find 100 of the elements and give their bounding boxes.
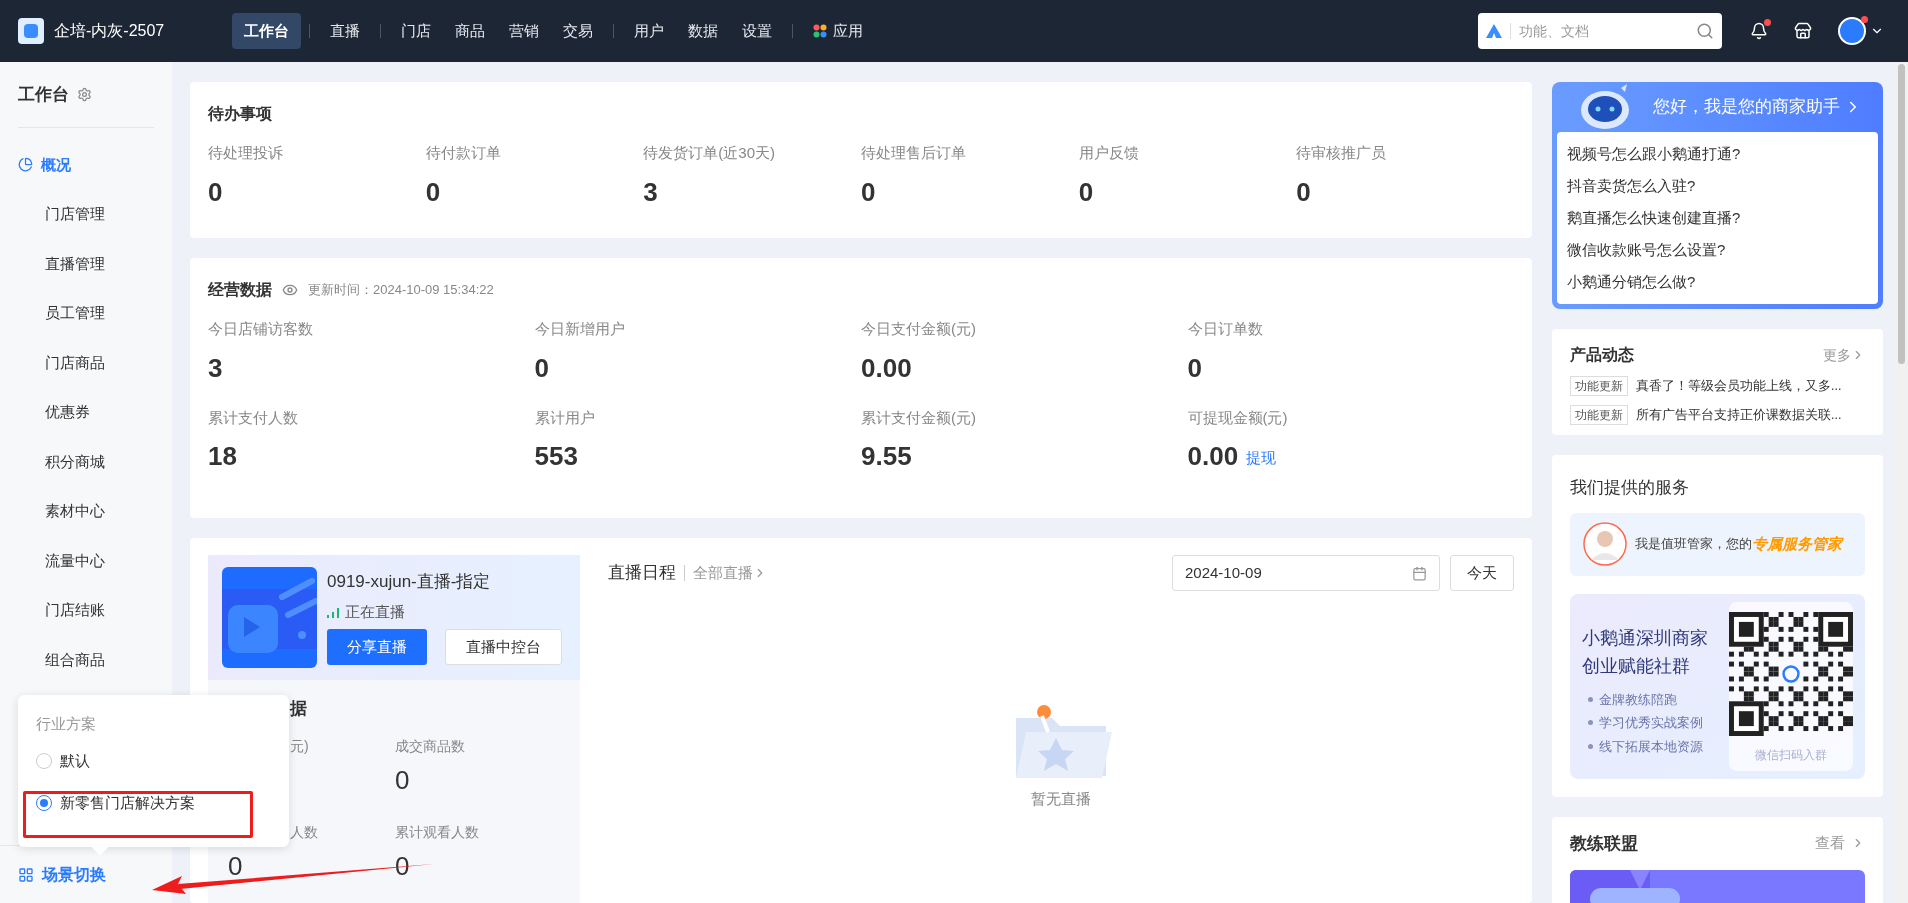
metric-value: 18: [208, 443, 237, 469]
faq-link[interactable]: 鹅直播怎么快速创建直播?: [1567, 202, 1741, 234]
logo-icon: [18, 18, 44, 44]
live-title: 0919-xujun-直播-指定: [327, 571, 492, 593]
calendar-icon: [1412, 565, 1427, 581]
faq-link[interactable]: 微信收款账号怎么设置?: [1567, 234, 1726, 266]
nav-tab[interactable]: 商品: [443, 13, 497, 49]
metric-label: 元): [290, 736, 309, 756]
sidebar-item[interactable]: 流量中心: [0, 536, 172, 586]
card-title: 教练联盟: [1570, 832, 1638, 855]
card-title: 产品动态: [1570, 345, 1634, 365]
metric-value: 0: [534, 354, 549, 381]
sidebar-item[interactable]: 积分商城: [0, 437, 172, 487]
metric-value: 0.00: [861, 354, 912, 381]
nav-tab[interactable]: 直播: [318, 13, 372, 49]
faq-link[interactable]: 小鹅通分销怎么做?: [1567, 266, 1696, 298]
community-title: 小鹅通深圳商家: [1582, 626, 1708, 650]
today-button[interactable]: 今天: [1450, 555, 1514, 591]
sidebar-item[interactable]: 门店商品: [0, 338, 172, 388]
metric-label: 累计支付人数: [208, 407, 298, 428]
share-live-button[interactable]: 分享直播: [327, 629, 427, 665]
settings-icon[interactable]: [77, 87, 92, 102]
sidebar-item[interactable]: 优惠券: [0, 387, 172, 437]
metric-label: 待审核推广员: [1296, 143, 1387, 163]
metric-value: 9.55: [861, 443, 912, 469]
avatar-icon: [1583, 522, 1627, 566]
sidebar-item[interactable]: 直播管理: [0, 239, 172, 289]
metric-label: 累计观看人数: [395, 822, 479, 842]
empty-text: 暂无直播: [1031, 789, 1091, 809]
nav-tab[interactable]: 数据: [676, 13, 730, 49]
metric-value: 3: [208, 354, 223, 381]
search-bar[interactable]: 功能、文档: [1478, 13, 1722, 49]
eye-icon[interactable]: [282, 282, 298, 298]
card-title: 待办事项: [208, 104, 273, 124]
metric-value: 0: [208, 178, 223, 205]
update-time: 更新时间：2024-10-09 15:34:22: [308, 281, 494, 300]
metric-label: 用户反馈: [1078, 143, 1139, 163]
nav-tab[interactable]: 应用: [801, 13, 875, 49]
metric-label: 待付款订单: [425, 143, 501, 163]
nav-tab[interactable]: 营销: [497, 13, 551, 49]
update-tag: 功能更新: [1570, 405, 1628, 425]
metric-label: 待发货订单(近30天): [643, 143, 775, 163]
shop-name: 企培-内灰-2507: [54, 21, 165, 41]
scene-option[interactable]: 默认: [36, 749, 90, 772]
metric-label: 累计用户: [534, 407, 595, 428]
community-point: 学习优秀实战案例: [1599, 714, 1703, 732]
metric-value: 0: [425, 178, 441, 205]
community-point: 线下拓展本地资源: [1599, 737, 1703, 756]
sidebar-title: 工作台: [18, 83, 69, 106]
nav-tab[interactable]: 用户: [622, 13, 676, 49]
faq-link[interactable]: 视频号怎么跟小鹅通打通?: [1567, 138, 1741, 170]
metric-label: 今日订单数: [1187, 319, 1263, 339]
metric-value: 0: [228, 852, 243, 879]
metric-label: 可提现金额(元): [1187, 407, 1288, 428]
nav-tab[interactable]: 门店: [389, 13, 443, 49]
live-console-button[interactable]: 直播中控台: [445, 629, 562, 665]
bell-icon[interactable]: [1750, 22, 1768, 40]
metric-label: 今日新增用户: [534, 319, 625, 339]
scene-option[interactable]: 新零售门店解决方案: [36, 792, 195, 815]
pie-chart-icon: [18, 157, 33, 173]
sidebar-item[interactable]: 素材中心: [0, 486, 172, 536]
community-title: 创业赋能社群: [1582, 654, 1690, 678]
metric-label: 人数: [290, 822, 318, 842]
date-field[interactable]: 2024-10-09: [1172, 555, 1440, 591]
nav-tab[interactable]: 工作台: [232, 13, 301, 49]
metric-value: 0: [395, 766, 410, 793]
sidebar-item[interactable]: 概况: [0, 140, 172, 190]
metric-label: 累计支付金额(元): [861, 407, 976, 428]
search-field[interactable]: 功能、文档: [1519, 20, 1688, 42]
metric-label: 待处理售后订单: [861, 143, 966, 163]
metric-label: 成交商品数: [395, 736, 465, 756]
update-tag: 功能更新: [1570, 376, 1628, 396]
qr-caption: 微信扫码入群: [1755, 746, 1827, 764]
card-title: 经营数据: [208, 280, 272, 300]
sidebar-item[interactable]: 组合商品: [0, 635, 172, 685]
schedule-title: 直播日程: [608, 562, 676, 585]
robot-icon: [1581, 84, 1631, 130]
news-link[interactable]: 真香了！等级会员功能上线，又多...: [1636, 376, 1842, 396]
apps-icon: [813, 24, 827, 38]
avatar[interactable]: [1838, 17, 1866, 45]
news-link[interactable]: 所有广告平台支持正价课数据关联...: [1636, 405, 1842, 425]
sidebar-item[interactable]: 门店结账: [0, 585, 172, 635]
metric-label: 今日店铺访客数: [208, 319, 313, 339]
popup-title: 行业方案: [36, 714, 96, 734]
faq-link[interactable]: 抖音卖货怎么入驻?: [1567, 170, 1696, 202]
sidebar-item[interactable]: 员工管理: [0, 288, 172, 338]
metric-value: 0: [1296, 178, 1311, 205]
butler-highlight: 专属服务管家: [1752, 533, 1842, 554]
nav-tab[interactable]: 交易: [551, 13, 605, 49]
metric-value: 0.00: [1187, 443, 1239, 469]
nav-tab[interactable]: 设置: [730, 13, 784, 49]
signal-icon: [327, 605, 339, 618]
store-icon[interactable]: [1794, 22, 1812, 40]
search-icon: [1696, 22, 1714, 40]
withdraw-link[interactable]: 提现: [1246, 446, 1277, 469]
live-stats-title: 据: [290, 698, 307, 720]
sidebar-item[interactable]: 门店管理: [0, 189, 172, 239]
card-title: 我们提供的服务: [1570, 477, 1690, 499]
metric-value: 3: [643, 178, 658, 205]
triangle-logo-icon: [1486, 24, 1502, 38]
